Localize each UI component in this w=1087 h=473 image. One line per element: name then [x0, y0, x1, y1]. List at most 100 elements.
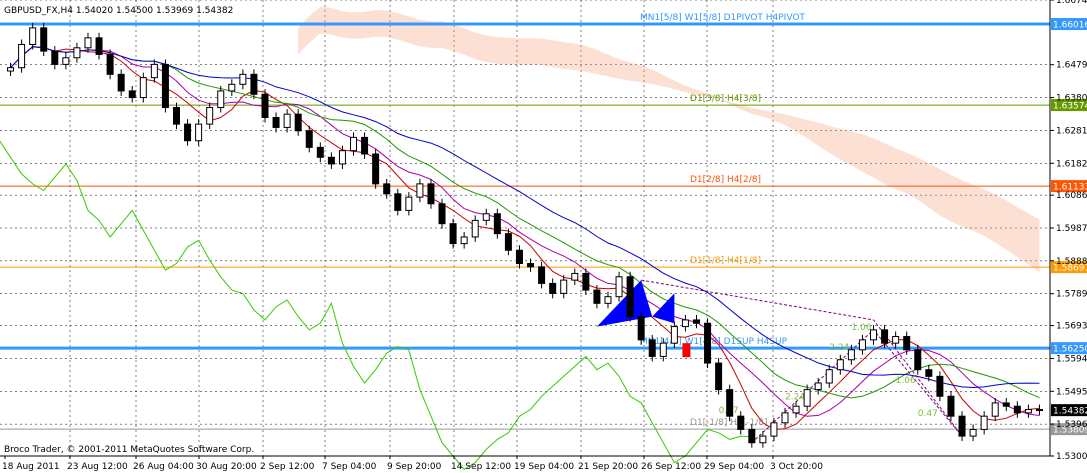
candle-body: [803, 389, 811, 407]
level-label: D1[-1/8] H4[-1/8]: [690, 418, 768, 428]
candle-body: [814, 382, 822, 391]
candle-body: [250, 73, 258, 95]
pattern-ratio: 0.47: [918, 409, 938, 419]
time-tick-label: 9 Sep 20:00: [387, 462, 442, 472]
candle-body: [858, 339, 866, 351]
candle-body: [504, 233, 512, 251]
candle-body: [29, 27, 37, 45]
candle-body: [139, 77, 147, 99]
candle-body: [350, 136, 358, 152]
candle-body: [394, 193, 402, 211]
current-price-text: 1.54382: [1053, 407, 1087, 417]
candle-body: [84, 37, 92, 49]
candle-body: [106, 53, 114, 75]
candle-body: [228, 83, 236, 92]
candle-body: [261, 93, 269, 118]
candle-body: [239, 73, 247, 85]
time-tick-label: 30 Aug 20:00: [196, 462, 257, 472]
candle-body: [7, 67, 15, 72]
candle-body: [372, 153, 380, 185]
candle-body: [593, 289, 601, 304]
candle-body: [482, 213, 490, 221]
candle-body: [549, 282, 557, 294]
candle-body: [847, 349, 855, 361]
price-tick-label: 1.61820: [1056, 159, 1087, 169]
candle-body: [670, 326, 678, 344]
time-tick-label: 19 Sep 04:00: [514, 462, 574, 472]
candle-body: [626, 276, 634, 318]
candle-body: [150, 63, 158, 79]
candle-body: [571, 272, 579, 281]
candle-body: [615, 276, 623, 298]
price-tick-label: 1.53960: [1056, 420, 1087, 430]
candle-body: [704, 322, 712, 364]
candle-body: [925, 369, 933, 377]
price-axis: 1.66740 1.64790 1.63800 1.62810 1.61820 1.608…: [1049, 0, 1087, 462]
candle-body: [759, 435, 767, 444]
time-tick-label: 2 Sep 12:00: [260, 462, 315, 472]
candle-body: [73, 47, 81, 59]
candle-body: [361, 136, 369, 155]
candle-body: [870, 329, 878, 341]
candle-body: [217, 90, 225, 109]
candle-body: [726, 389, 734, 417]
level-label: MN1[5/8] W1[5/8] D1PIVOT H4PIVOT: [640, 13, 805, 23]
price-tick-label: 1.63800: [1056, 94, 1087, 104]
candle-body: [117, 73, 125, 92]
price-tick-label: 1.66740: [1056, 0, 1087, 6]
candle-body: [538, 266, 546, 284]
level-label: D1[2/8] H4[2/8]: [690, 175, 761, 185]
candle-body: [637, 316, 645, 341]
copyright-text: Broco Trader, © 2001-2011 MetaQuotes Sof…: [4, 445, 254, 455]
candle-body: [681, 319, 689, 328]
candle-body: [947, 395, 955, 417]
candle-body: [272, 116, 280, 128]
candle-body: [836, 359, 844, 371]
candle-body: [62, 57, 70, 65]
candle-body: [1013, 405, 1021, 414]
time-tick-label: 26 Sep 12:00: [641, 462, 701, 472]
candle-body: [305, 130, 313, 148]
time-tick-label: 23 Aug 12:00: [67, 462, 128, 472]
candle-body: [206, 107, 214, 125]
price-chart[interactable]: MN1[5/8] W1[5/8] D1PIVOT H4PIVOT 1.66016 D…: [0, 0, 1087, 473]
candle-body: [51, 50, 59, 65]
candle-body: [825, 369, 833, 384]
candle-body: [748, 428, 756, 444]
price-tick-label: 1.56930: [1056, 322, 1087, 332]
candle-body: [648, 339, 656, 357]
candle-body: [40, 27, 48, 52]
time-tick-label: 29 Sep 04:00: [704, 462, 764, 472]
candle-body: [449, 223, 457, 245]
candle-body: [184, 123, 192, 142]
pattern-ratio: 1.06: [896, 376, 916, 386]
price-tick-label: 1.57890: [1056, 290, 1087, 300]
candle-body: [914, 349, 922, 371]
candle-body: [338, 150, 346, 165]
candle-body: [95, 37, 103, 55]
chart-window[interactable]: MN1[5/8] W1[5/8] D1PIVOT H4PIVOT 1.66016 D…: [0, 0, 1087, 473]
candle-body: [416, 183, 424, 198]
chart-title: GBPUSD_FX,H4 1.54020 1.54500 1.53969 1.5…: [4, 6, 233, 16]
time-tick-label: 18 Aug 2011: [2, 462, 60, 472]
price-tick-label: 1.60860: [1056, 191, 1087, 201]
candle-body: [172, 107, 180, 125]
candle-body: [936, 375, 944, 397]
pattern-ratio: 2.24: [829, 343, 849, 353]
candle-body: [294, 113, 302, 132]
time-tick-label: 3 Oct 20:00: [770, 462, 823, 472]
price-tick-label: 1.59870: [1056, 224, 1087, 234]
pattern-ratio: 2.24: [785, 393, 805, 403]
candle-body: [770, 422, 778, 437]
candle-body: [892, 336, 900, 344]
time-tick-label: 7 Sep 04:00: [322, 462, 377, 472]
candle-body: [659, 342, 667, 357]
price-tick-label: 1.64790: [1056, 61, 1087, 71]
candle-body: [128, 90, 136, 99]
candle-body: [715, 362, 723, 391]
candle-body: [438, 203, 446, 225]
candle-body: [781, 412, 789, 424]
candle-body: [327, 156, 335, 165]
candle-body: [460, 236, 468, 245]
candle-body: [405, 196, 413, 211]
